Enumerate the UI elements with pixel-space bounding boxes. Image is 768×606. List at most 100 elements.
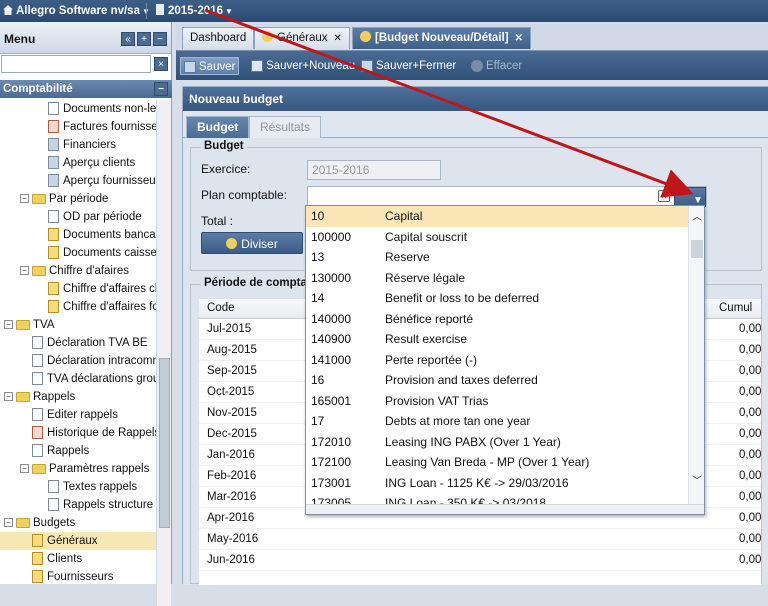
collapse-section-icon[interactable]: −: [154, 82, 168, 96]
column-cumul[interactable]: Cumul: [719, 302, 752, 314]
sidebar-item[interactable]: Documents non-le: [0, 100, 156, 118]
clear-search-icon[interactable]: ×: [154, 57, 168, 71]
dropdown-option[interactable]: 140900 Result exercise: [306, 329, 688, 350]
sidebar-item[interactable]: Rappels: [0, 442, 156, 460]
save-button[interactable]: Sauver: [180, 57, 240, 75]
sidebar-item-label: Chiffre d'affaires cl: [63, 283, 156, 295]
scroll-thumb[interactable]: [691, 240, 703, 258]
collapse-icon[interactable]: −: [153, 32, 167, 46]
invoice-icon: [48, 120, 59, 134]
period-cumul: 0,00: [739, 407, 762, 419]
account-name: Réserve légale: [385, 270, 466, 285]
sidebar-item-label: Documents non-le: [63, 103, 156, 115]
period-cumul: 0,00: [739, 428, 762, 440]
account-name: ING Loan - 1125 K€ -> 29/03/2016: [385, 475, 569, 490]
tab-generaux[interactable]: Généraux ✕: [254, 27, 350, 49]
sidebar-item[interactable]: Financiers: [0, 136, 156, 154]
dropdown-option[interactable]: 165001 Provision VAT Trias: [306, 391, 688, 412]
dropdown-option[interactable]: 140000 Bénéfice reporté: [306, 309, 688, 330]
scroll-up-icon[interactable]: ︿: [692, 208, 702, 223]
dropdown-option[interactable]: 100000 Capital souscrit: [306, 227, 688, 248]
sidebar-item[interactable]: Généraux: [0, 532, 156, 550]
subtab-budget[interactable]: Budget: [186, 116, 250, 138]
sidebar-item[interactable]: Aperçu fournisseu: [0, 172, 156, 190]
tab-dashboard[interactable]: Dashboard: [182, 27, 255, 49]
sidebar-item[interactable]: − Paramètres rappels: [0, 460, 156, 478]
account-code: 172100: [311, 455, 352, 469]
table-row[interactable]: May-2016 0,00: [199, 529, 761, 550]
sidebar-item-label: Textes rappels: [63, 481, 138, 493]
expand-toggle-icon[interactable]: −: [20, 194, 29, 204]
sidebar-item[interactable]: Factures fournisse: [0, 118, 156, 136]
sidebar-item[interactable]: Aperçu clients: [0, 154, 156, 172]
sidebar-item[interactable]: − Chiffre d'afaires: [0, 262, 156, 280]
sidebar-item[interactable]: Rappels structure: [0, 496, 156, 514]
save-label: Sauver: [199, 61, 236, 73]
dropdown-option[interactable]: 10 Capital: [306, 206, 688, 227]
sidebar-item[interactable]: Déclaration TVA BE: [0, 334, 156, 352]
expand-toggle-icon[interactable]: −: [4, 320, 13, 330]
sidebar-item[interactable]: Chiffre d'affaires fo: [0, 298, 156, 316]
save-close-label: Sauver+Fermer: [376, 60, 457, 72]
dropdown-option[interactable]: 130000 Réserve légale: [306, 268, 688, 289]
menu-search-input[interactable]: [1, 55, 151, 73]
expand-toggle-icon[interactable]: −: [4, 392, 13, 402]
divide-button[interactable]: Diviser: [201, 232, 303, 254]
save-new-button[interactable]: Sauver+Nouveau: [248, 57, 358, 75]
sidebar-item[interactable]: Historique de Rappels: [0, 424, 156, 442]
collapse-all-icon[interactable]: «: [121, 32, 135, 46]
expand-toggle-icon[interactable]: −: [20, 266, 29, 276]
subtab-resultats[interactable]: Résultats: [249, 116, 322, 138]
sidebar-item[interactable]: Textes rappels: [0, 478, 156, 496]
sidebar-item[interactable]: Editer rappels: [0, 406, 156, 424]
sidebar-item[interactable]: TVA déclarations grou: [0, 370, 156, 388]
expand-toggle-icon[interactable]: −: [20, 464, 29, 474]
scroll-down-icon[interactable]: ﹀: [692, 472, 702, 487]
sidebar-item[interactable]: OD par période: [0, 208, 156, 226]
sidebar-item[interactable]: − Par période: [0, 190, 156, 208]
dropdown-option[interactable]: 14 Benefit or loss to be deferred: [306, 288, 688, 309]
period-cumul: 0,00: [739, 554, 762, 566]
plan-comptable-combo[interactable]: × ▼: [307, 186, 707, 207]
sidebar-item[interactable]: Chiffre d'affaires cl: [0, 280, 156, 298]
clear-icon[interactable]: ×: [658, 190, 670, 202]
sidebar-item[interactable]: − TVA: [0, 316, 156, 334]
sidebar-item-label: OD par période: [63, 211, 142, 223]
sidebar-item[interactable]: Documents caisse: [0, 244, 156, 262]
dropdown-option[interactable]: 141000 Perte reportée (-): [306, 350, 688, 371]
dropdown-option[interactable]: 172010 Leasing ING PABX (Over 1 Year): [306, 432, 688, 453]
sidebar-item-label: TVA déclarations grou: [47, 373, 156, 385]
menu-scrollbar[interactable]: [156, 100, 171, 606]
table-row[interactable]: Jun-2016 0,00: [199, 550, 761, 571]
menu-header: Menu «+ −: [0, 22, 171, 54]
dropdown-option[interactable]: 16 Provision and taxes deferred: [306, 370, 688, 391]
tab-budget-detail[interactable]: [Budget Nouveau/Détail] ✕: [352, 27, 531, 49]
close-icon[interactable]: ✕: [334, 33, 342, 44]
section-header-comptabilite[interactable]: Comptabilité −: [0, 80, 172, 98]
expand-icon[interactable]: +: [137, 32, 151, 46]
delete-button[interactable]: Effacer: [468, 57, 525, 75]
save-close-button[interactable]: Sauver+Fermer: [358, 57, 459, 75]
dropdown-scrollbar[interactable]: ︿ ﹀: [688, 206, 704, 504]
folder-icon: [32, 193, 46, 204]
column-code[interactable]: Code: [207, 302, 235, 314]
year-selector[interactable]: 2015-2016 ▼: [156, 3, 233, 19]
expand-toggle-icon[interactable]: −: [4, 518, 13, 528]
sidebar-item[interactable]: Documents bancai: [0, 226, 156, 244]
company-selector[interactable]: Allegro Software nv/sa▼: [3, 3, 150, 19]
sidebar-item[interactable]: Fournisseurs: [0, 568, 156, 586]
sidebar-item[interactable]: Déclaration intracomn: [0, 352, 156, 370]
exercice-field: 2015-2016: [307, 160, 441, 180]
dropdown-option[interactable]: 17 Debts at more tan one year: [306, 411, 688, 432]
coins-icon: [262, 31, 273, 42]
sidebar-item[interactable]: − Budgets: [0, 514, 156, 532]
close-icon[interactable]: ✕: [515, 33, 523, 44]
dropdown-option[interactable]: 172100 Leasing Van Breda - MP (Over 1 Yea…: [306, 452, 688, 473]
sidebar-item[interactable]: − Rappels: [0, 388, 156, 406]
dropdown-option[interactable]: 173001 ING Loan - 1125 K€ -> 29/03/2016: [306, 473, 688, 494]
dropdown-option[interactable]: 13 Reserve: [306, 247, 688, 268]
folder-icon: [16, 517, 30, 528]
scroll-thumb[interactable]: [159, 358, 170, 528]
dropdown-trigger[interactable]: ▼: [674, 187, 706, 207]
sidebar-item[interactable]: Clients: [0, 550, 156, 568]
